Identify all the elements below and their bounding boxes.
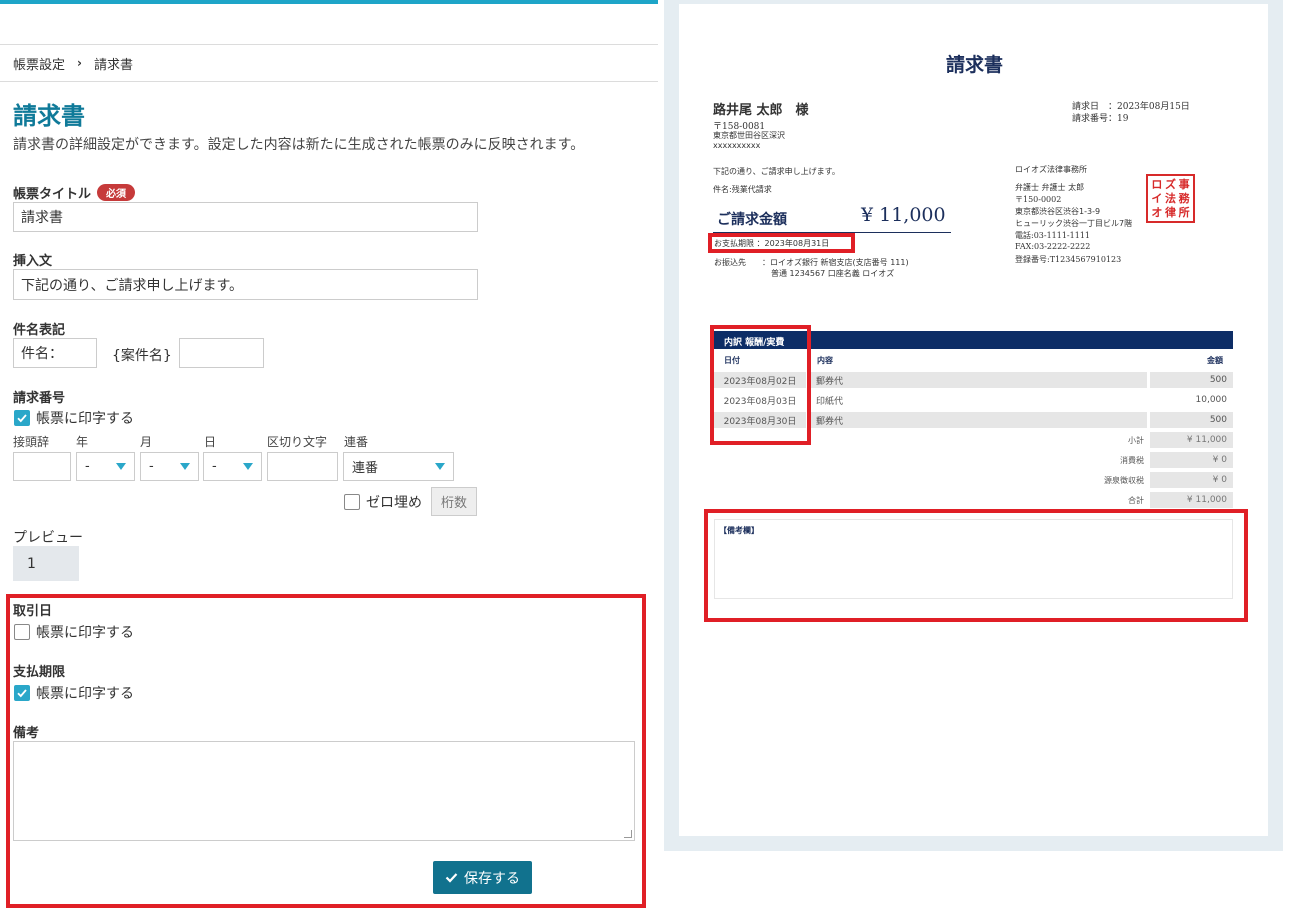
subject-suffix-input[interactable] xyxy=(179,338,264,368)
summary-label: 合計 xyxy=(1128,496,1144,505)
checkbox-unchecked-icon[interactable] xyxy=(344,494,360,510)
doc-title-label: 帳票タイトル 必須 xyxy=(13,183,136,202)
day-select[interactable]: - xyxy=(203,452,262,481)
prefix-field-label: 接頭辞 xyxy=(13,435,50,449)
column-header-content: 内容 xyxy=(817,356,833,365)
prefix-input[interactable] xyxy=(13,452,71,481)
page-description: 請求書の詳細設定ができます。設定した内容は新たに生成された帳票のみに反映されます… xyxy=(13,137,585,153)
breadcrumb-separator-icon: › xyxy=(77,56,82,70)
subject-placeholder-token: {案件名} xyxy=(112,348,172,364)
document-greeting: 下記の通り、ご請求申し上げます。 xyxy=(713,167,840,176)
checkbox-label: 帳票に印字する xyxy=(36,411,134,427)
checkbox-label: ゼロ埋め xyxy=(366,495,422,511)
column-header-amount: 金額 xyxy=(1207,356,1223,365)
highlight-box-settings xyxy=(6,594,646,908)
separator-field-label: 区切り文字 xyxy=(267,435,328,449)
highlight-box-date-column xyxy=(710,325,811,445)
summary-label: 消費税 xyxy=(1120,456,1144,465)
subject-label: 件名表記 xyxy=(13,323,66,338)
breadcrumb-current: 請求書 xyxy=(93,57,133,73)
checkbox-checked-icon[interactable] xyxy=(14,410,30,426)
table-row-amount: 10,000 xyxy=(1150,392,1233,408)
table-row-amount: 500 xyxy=(1150,412,1233,428)
year-select[interactable]: - xyxy=(76,452,135,481)
firm-line: 東京都渋谷区渋谷1-3-9 xyxy=(1015,207,1101,216)
insert-text-input[interactable]: 下記の通り、ご請求申し上げます。 xyxy=(13,269,478,300)
day-field-label: 日 xyxy=(204,435,217,449)
summary-label: 小計 xyxy=(1128,436,1144,445)
firm-name: ロイオズ法律事務所 xyxy=(1015,165,1087,174)
serial-field-label: 連番 xyxy=(344,435,369,449)
document-subject: 件名:残業代請求 xyxy=(713,185,772,194)
summary-label: 源泉徴収税 xyxy=(1104,476,1144,485)
summary-value: ¥ 11,000 xyxy=(1150,492,1233,508)
highlight-box-memo xyxy=(704,509,1248,622)
zero-pad-checkbox[interactable]: ゼロ埋め xyxy=(344,492,422,512)
firm-line: 〒150-0002 xyxy=(1015,195,1062,204)
firm-line: 電話:03-1111-1111 xyxy=(1015,231,1090,240)
table-row-content: 印紙代 xyxy=(810,392,1147,408)
invoice-number-print-checkbox[interactable]: 帳票に印字する xyxy=(14,408,134,428)
month-field-label: 月 xyxy=(140,435,153,449)
year-field-label: 年 xyxy=(76,435,89,449)
document-amount-label: ご請求金額 xyxy=(717,212,787,228)
required-badge: 必須 xyxy=(97,184,136,201)
table-row-content: 郵券代 xyxy=(810,372,1147,388)
summary-value: ¥ 0 xyxy=(1150,472,1233,488)
highlight-box-due-date xyxy=(708,233,855,253)
insert-text-label: 挿入文 xyxy=(13,254,53,269)
invoice-number-label: 請求番号 xyxy=(13,391,66,406)
document-recipient-address2: xxxxxxxxxx xyxy=(713,141,761,150)
firm-line: FAX:03-2222-2222 xyxy=(1015,242,1091,251)
table-row-amount: 500 xyxy=(1150,372,1233,388)
firm-seal-stamp: ロズ事 イ法務 オ律所 xyxy=(1146,174,1195,223)
doc-title-input[interactable]: 請求書 xyxy=(13,202,478,232)
document-bank-line2: 普通 1234567 口座名義 ロイオズ xyxy=(771,269,895,278)
firm-line: ヒューリック渋谷一丁目ビル7階 xyxy=(1015,219,1133,228)
chevron-down-icon xyxy=(243,463,253,470)
firm-line: 弁護士 弁護士 太郎 xyxy=(1015,183,1085,192)
serial-select[interactable]: 連番 xyxy=(343,452,454,481)
digits-input[interactable]: 桁数 xyxy=(431,487,477,516)
chevron-down-icon xyxy=(116,463,126,470)
document-recipient-address: 東京都世田谷区深沢 xyxy=(713,131,785,140)
page-title: 請求書 xyxy=(13,102,85,130)
table-row-content: 郵券代 xyxy=(810,412,1147,428)
document-recipient: 路井尾 太郎 様 xyxy=(713,103,809,118)
firm-line: 登録番号:T1234567910123 xyxy=(1015,255,1122,264)
separator-input[interactable] xyxy=(267,452,338,481)
breadcrumb: 帳票設定 › 請求書 xyxy=(0,44,658,82)
summary-value: ¥ 0 xyxy=(1150,452,1233,468)
preview-value: 1 xyxy=(13,546,79,581)
summary-value: ¥ 11,000 xyxy=(1150,432,1233,448)
top-accent-bar xyxy=(0,0,658,4)
document-number: 請求番号：19 xyxy=(1072,114,1129,124)
chevron-down-icon xyxy=(180,463,190,470)
month-select[interactable]: - xyxy=(140,452,199,481)
document-bank-label: お振込先 xyxy=(714,258,746,267)
document-amount-value: ¥ 11,000 xyxy=(861,204,946,226)
chevron-down-icon xyxy=(435,463,445,470)
preview-label: プレビュー xyxy=(13,530,83,546)
document-title: 請求書 xyxy=(946,54,1004,76)
subject-prefix-input[interactable]: 件名： xyxy=(13,338,97,368)
document-bank-line1: ：ロイオズ銀行 新宿支店(支店番号 111) xyxy=(762,258,909,267)
breadcrumb-parent-link[interactable]: 帳票設定 xyxy=(13,54,65,73)
